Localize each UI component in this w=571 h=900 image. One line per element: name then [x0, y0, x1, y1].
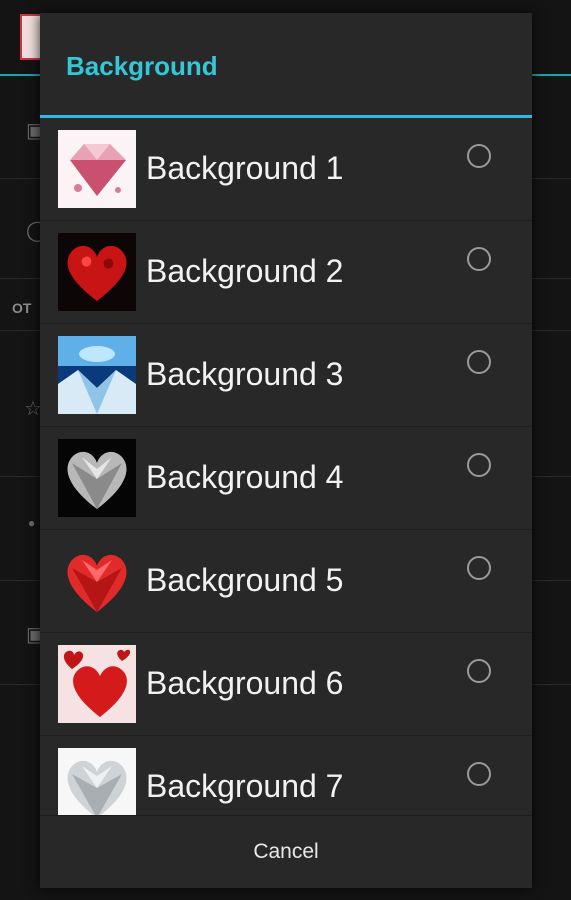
item-label: Background 2 — [146, 253, 344, 289]
red-hearts-thumbnail — [58, 645, 136, 723]
background-dialog: Background Background 1 Background 2 Bac… — [40, 13, 532, 888]
item-label: Background 1 — [146, 150, 344, 186]
background-list[interactable]: Background 1 Background 2 Background 3 B… — [40, 118, 532, 815]
item-label: Background 3 — [146, 356, 344, 392]
radio-button[interactable] — [467, 659, 491, 683]
section-header: OT — [12, 300, 32, 316]
item-label: Background 4 — [146, 459, 344, 495]
radio-button[interactable] — [467, 453, 491, 477]
radio-button[interactable] — [467, 556, 491, 580]
radio-button[interactable] — [467, 350, 491, 374]
list-item-background-7[interactable]: Background 7 — [40, 736, 532, 815]
cancel-button[interactable]: Cancel — [40, 816, 532, 888]
red-rose-heart-thumbnail — [58, 233, 136, 311]
blue-diamond-thumbnail — [58, 336, 136, 414]
radio-button[interactable] — [467, 247, 491, 271]
red-gem-heart-thumbnail — [58, 542, 136, 620]
list-item-background-6[interactable]: Background 6 — [40, 633, 532, 736]
list-item-background-2[interactable]: Background 2 — [40, 221, 532, 324]
crystal-heart-thumbnail — [58, 748, 136, 815]
pink-diamond-thumbnail — [58, 130, 136, 208]
dialog-title: Background — [66, 51, 218, 81]
dot-icon: ● — [28, 516, 36, 530]
list-item-background-4[interactable]: Background 4 — [40, 427, 532, 530]
silver-heart-thumbnail — [58, 439, 136, 517]
list-item-background-1[interactable]: Background 1 — [40, 118, 532, 221]
item-label: Background 5 — [146, 562, 344, 598]
item-label: Background 7 — [146, 768, 344, 804]
list-item-background-3[interactable]: Background 3 — [40, 324, 532, 427]
item-label: Background 6 — [146, 665, 344, 701]
radio-button[interactable] — [467, 762, 491, 786]
list-item-background-5[interactable]: Background 5 — [40, 530, 532, 633]
radio-button[interactable] — [467, 144, 491, 168]
